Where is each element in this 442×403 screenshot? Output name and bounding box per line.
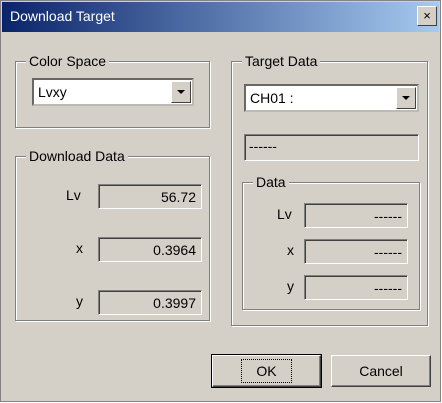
download-lv-field: 56.72 (98, 184, 202, 209)
target-values-legend: Data (253, 174, 289, 190)
window-title: Download Target (10, 8, 115, 24)
download-x-label: x (76, 240, 83, 256)
download-lv-label: Lv (66, 187, 81, 203)
target-lv-label: Lv (277, 206, 292, 222)
cancel-button-label: Cancel (359, 363, 403, 379)
target-channel-select[interactable]: CH01 : (244, 84, 419, 112)
download-target-dialog: Download Target × Color Space Lvxy Downl… (0, 0, 441, 402)
target-x-label: x (287, 242, 294, 258)
download-data-legend: Download Data (26, 148, 128, 164)
download-y-field: 0.3997 (98, 290, 202, 315)
color-space-group: Color Space Lvxy (15, 53, 210, 128)
target-channel-value: CH01 : (250, 90, 294, 106)
download-x-field: 0.3964 (98, 237, 202, 262)
color-space-dropdown-button[interactable] (171, 81, 191, 103)
target-y-value: ------ (374, 280, 402, 296)
download-y-label: y (76, 293, 83, 309)
download-lv-value: 56.72 (160, 189, 196, 205)
target-name-field: ------ (244, 134, 419, 161)
target-data-group: Target Data CH01 : ------ Data Lv ------… (231, 53, 428, 326)
target-lv-value: ------ (374, 208, 402, 224)
title-bar[interactable]: Download Target × (2, 2, 439, 32)
close-icon: × (423, 8, 431, 23)
target-x-field: ------ (304, 239, 408, 264)
target-name-value: ------ (249, 138, 277, 154)
color-space-legend: Color Space (26, 53, 110, 69)
ok-button[interactable]: OK (211, 354, 322, 388)
chevron-down-icon (177, 90, 185, 94)
target-values-group: Data Lv ------ x ------ y ------ (242, 174, 420, 310)
chevron-down-icon (402, 96, 410, 100)
download-data-group: Download Data Lv 56.72 x 0.3964 y 0.3997 (15, 148, 210, 321)
download-x-value: 0.3964 (153, 242, 196, 258)
color-space-value: Lvxy (38, 84, 67, 100)
close-button[interactable]: × (417, 6, 437, 26)
target-data-legend: Target Data (242, 53, 321, 69)
target-y-label: y (287, 278, 294, 294)
target-channel-dropdown-button[interactable] (396, 87, 416, 109)
target-lv-field: ------ (304, 203, 408, 228)
ok-button-label: OK (241, 359, 292, 383)
download-y-value: 0.3997 (153, 295, 196, 311)
color-space-select[interactable]: Lvxy (32, 78, 194, 106)
cancel-button[interactable]: Cancel (331, 355, 431, 387)
target-y-field: ------ (304, 275, 408, 300)
target-x-value: ------ (374, 244, 402, 260)
